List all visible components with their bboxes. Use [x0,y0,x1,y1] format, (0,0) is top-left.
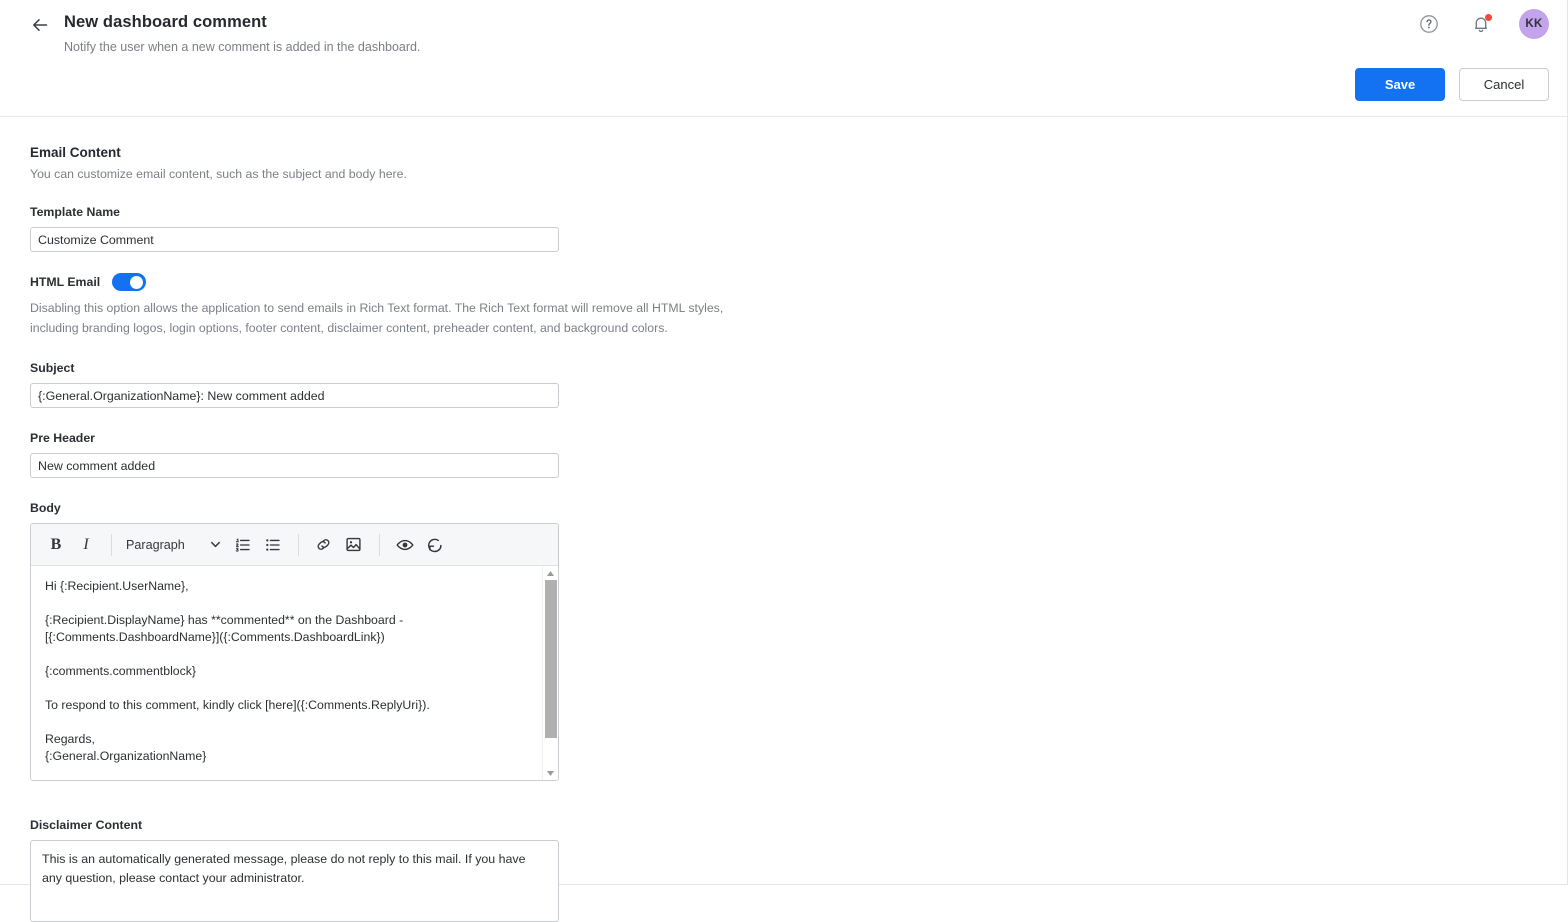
page-title: New dashboard comment [64,13,267,31]
disclaimer-textarea[interactable] [30,840,559,922]
scroll-down-button[interactable] [543,766,559,780]
revert-button[interactable] [420,531,450,559]
arrow-left-icon [33,19,48,31]
html-email-label: HTML Email [30,275,101,289]
subject-label: Subject [30,361,75,375]
header-title-block: New dashboard comment Notify the user wh… [28,12,420,55]
app-window: New dashboard comment Notify the user wh… [0,0,1568,922]
insert-image-button[interactable] [339,531,369,559]
caret-up-icon [547,570,554,576]
html-email-toggle[interactable] [112,273,147,291]
email-content-section: Email Content You can customize email co… [0,117,1567,922]
preheader-label: Pre Header [30,431,95,445]
help-button[interactable] [1415,10,1443,38]
preheader-input[interactable] [30,453,559,478]
eye-icon [396,539,414,550]
body-editor-text[interactable]: Hi {:Recipient.UserName}, {:Recipient.Di… [31,566,558,780]
section-subtitle: You can customize email content, such as… [30,167,407,181]
html-email-row: HTML Email [30,273,1567,291]
editor-toolbar: B I Paragraph [31,524,558,566]
revert-icon [427,538,442,552]
page-header: New dashboard comment Notify the user wh… [0,0,1567,117]
cancel-button[interactable]: Cancel [1459,68,1549,101]
save-button[interactable]: Save [1355,68,1445,101]
scroll-up-button[interactable] [543,566,559,580]
image-icon [346,537,361,552]
toolbar-divider [378,533,380,556]
html-email-help-text: Disabling this option allows the applica… [30,301,724,335]
bold-button[interactable]: B [41,531,71,559]
header-icon-group: KK [1415,9,1549,39]
avatar[interactable]: KK [1519,9,1549,39]
block-format-select[interactable]: Paragraph [122,531,228,559]
bullet-list-button[interactable] [258,531,288,559]
notifications-button[interactable] [1467,10,1495,38]
italic-button[interactable]: I [71,531,101,559]
scrollbar-thumb[interactable] [544,580,557,738]
help-circle-icon [1420,15,1438,33]
section-title: Email Content [30,145,121,160]
caret-down-icon [547,770,554,776]
body-label: Body [30,501,61,515]
toolbar-divider [111,533,112,556]
ordered-list-icon [235,538,250,552]
subject-input[interactable] [30,383,559,408]
header-actions: Save Cancel [1355,68,1549,101]
chevron-down-icon [210,541,220,548]
back-button[interactable] [28,13,52,37]
header-texts: New dashboard comment Notify the user wh… [64,12,420,55]
disclaimer-label: Disclaimer Content [30,818,143,832]
body-editor-scrollbar[interactable] [542,566,558,780]
template-name-input[interactable] [30,227,559,252]
body-editor: B I Paragraph Hi {:Recipient.UserName}, … [30,523,559,781]
body-editor-area[interactable]: Hi {:Recipient.UserName}, {:Recipient.Di… [31,566,558,780]
toolbar-divider [297,533,299,556]
template-name-label: Template Name [30,205,120,219]
bullet-list-icon [266,538,280,551]
scrollbar-track[interactable] [543,580,559,766]
preview-button[interactable] [390,531,420,559]
toggle-knob [130,275,144,289]
link-icon [317,539,330,550]
block-format-value: Paragraph [126,537,185,552]
page-subtitle: Notify the user when a new comment is ad… [64,40,421,54]
insert-link-button[interactable] [309,531,339,559]
notification-badge [1485,14,1492,21]
ordered-list-button[interactable] [228,531,258,559]
